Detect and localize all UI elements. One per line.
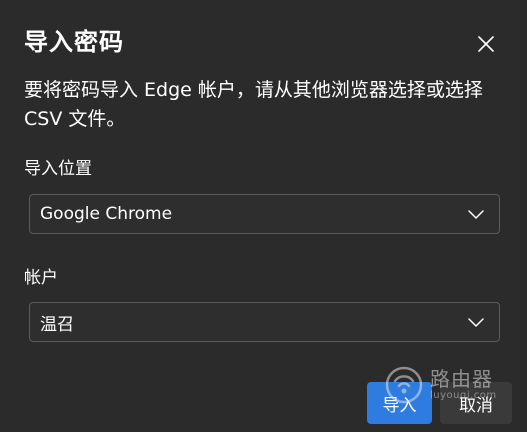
import-passwords-dialog: 导入密码 要将密码导入 Edge 帐户，请从其他浏览器选择或选择 CSV 文件。… xyxy=(0,0,527,432)
chevron-down-icon xyxy=(468,210,484,219)
import-source-select[interactable]: Google Chrome xyxy=(29,194,500,234)
import-source-label: 导入位置 xyxy=(24,159,92,179)
dialog-title: 导入密码 xyxy=(24,28,124,56)
import-button[interactable]: 导入 xyxy=(367,382,432,424)
dialog-description: 要将密码导入 Edge 帐户，请从其他浏览器选择或选择 CSV 文件。 xyxy=(24,79,483,130)
account-select[interactable]: 温召 xyxy=(29,302,500,342)
account-label: 帐户 xyxy=(24,268,58,288)
import-source-value: Google Chrome xyxy=(40,204,173,224)
cancel-button[interactable]: 取消 xyxy=(440,382,512,424)
chevron-down-icon xyxy=(468,318,484,327)
close-button[interactable] xyxy=(470,28,502,60)
close-icon xyxy=(478,36,494,52)
account-value: 温召 xyxy=(40,314,74,335)
